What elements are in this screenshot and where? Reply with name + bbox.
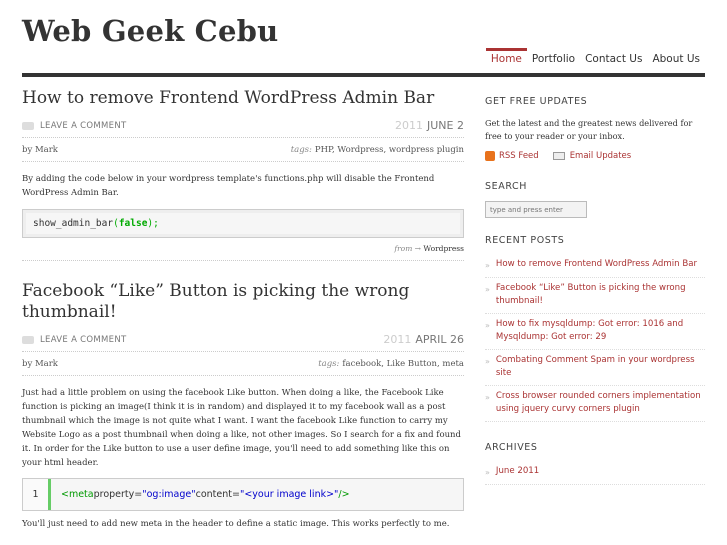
- code-attr1: property=: [93, 489, 143, 500]
- nav-home[interactable]: Home: [485, 48, 527, 66]
- from-label: from →: [394, 244, 421, 253]
- code-line: <meta property= "og:image" content= "<your…: [51, 479, 350, 510]
- post-day: APRIL 26: [415, 333, 464, 346]
- code-tag-close: />: [338, 489, 350, 500]
- list-item[interactable]: » How to fix mysqldump: Got error: 1016 a…: [485, 314, 705, 350]
- list-item[interactable]: » How to remove Frontend WordPress Admin …: [485, 254, 705, 278]
- recent-posts-list: » How to remove Frontend WordPress Admin …: [485, 254, 705, 422]
- tags-links[interactable]: PHP, Wordpress, wordpress plugin: [315, 145, 464, 155]
- code-tag-open: <meta: [61, 489, 94, 500]
- archive-link[interactable]: June 2011: [496, 465, 539, 479]
- code-snippet: 1 <meta property= "og:image" content= "<yo…: [22, 478, 464, 511]
- recent-post-link[interactable]: Combating Comment Spam in your wordpress…: [496, 354, 705, 380]
- code-arg: false: [118, 218, 148, 229]
- updates-text: Get the latest and the greatest news del…: [485, 118, 693, 141]
- nav-portfolio[interactable]: Portfolio: [527, 52, 580, 66]
- leave-comment-label: LEAVE A COMMENT: [40, 120, 127, 131]
- post-byline: by Mark tags: PHP, Wordpress, wordpress p…: [22, 138, 464, 162]
- header-divider: [22, 73, 705, 77]
- code-line-number: 1: [23, 479, 51, 510]
- post-date: 2011 JUNE 2: [395, 119, 464, 132]
- nav-contact-us[interactable]: Contact Us: [580, 52, 647, 66]
- widget-title: GET FREE UPDATES: [485, 96, 588, 107]
- leave-comment-link[interactable]: LEAVE A COMMENT: [22, 335, 127, 345]
- bullet-icon: »: [485, 321, 490, 330]
- post-category: from → Wordpress: [22, 244, 464, 261]
- post-excerpt-2: You'll just need to add new meta in the …: [22, 519, 450, 529]
- widget-title: RECENT POSTS: [485, 235, 565, 246]
- post-meta: LEAVE A COMMENT 2011 JUNE 2: [22, 115, 464, 138]
- recent-post-link[interactable]: Cross browser rounded corners implementa…: [496, 390, 705, 416]
- bullet-icon: »: [485, 468, 490, 477]
- post-excerpt: By adding the code below in your wordpre…: [22, 174, 435, 198]
- code-fn: show_admin_bar: [33, 218, 114, 229]
- recent-post-link[interactable]: How to fix mysqldump: Got error: 1016 an…: [496, 318, 705, 344]
- search-input[interactable]: [485, 201, 587, 218]
- code-val2: "<your image link>": [239, 489, 339, 500]
- post-year: 2011: [395, 119, 424, 132]
- sidebar: GET FREE UPDATES Get the latest and the …: [485, 96, 705, 485]
- archives-list: » June 2011: [485, 461, 705, 485]
- list-item[interactable]: » Facebook “Like” Button is picking the w…: [485, 278, 705, 314]
- tags-label: tags:: [318, 359, 340, 369]
- post-tags: tags: facebook, Like Button, meta: [318, 359, 464, 369]
- post-author: by Mark: [22, 145, 58, 155]
- widget-title: ARCHIVES: [485, 442, 538, 453]
- post-title[interactable]: Facebook “Like” Button is picking the wr…: [22, 281, 464, 323]
- post: How to remove Frontend WordPress Admin B…: [22, 88, 464, 261]
- post-byline: by Mark tags: facebook, Like Button, meta: [22, 352, 464, 376]
- nav-about-us[interactable]: About Us: [647, 52, 705, 66]
- code-snippet: show_admin_bar(false);: [22, 209, 464, 238]
- main-content: How to remove Frontend WordPress Admin B…: [22, 88, 464, 531]
- post-meta: LEAVE A COMMENT 2011 APRIL 26: [22, 329, 464, 352]
- bullet-icon: »: [485, 261, 490, 270]
- rss-feed-link[interactable]: RSS Feed: [499, 151, 539, 161]
- code-attr2: content=: [195, 489, 240, 500]
- widget-recent-posts: RECENT POSTS » How to remove Frontend Wor…: [485, 235, 705, 422]
- rss-icon: [485, 151, 495, 161]
- comment-icon: [22, 121, 34, 130]
- tags-links[interactable]: facebook, Like Button, meta: [342, 359, 464, 369]
- post-date: 2011 APRIL 26: [383, 333, 464, 346]
- post-excerpt: Just had a little problem on using the f…: [22, 388, 461, 468]
- widget-title: SEARCH: [485, 181, 528, 192]
- recent-post-link[interactable]: How to remove Frontend WordPress Admin B…: [496, 258, 697, 272]
- post-title[interactable]: How to remove Frontend WordPress Admin B…: [22, 88, 464, 109]
- widget-archives: ARCHIVES » June 2011: [485, 442, 705, 485]
- leave-comment-label: LEAVE A COMMENT: [40, 334, 127, 345]
- leave-comment-link[interactable]: LEAVE A COMMENT: [22, 121, 127, 131]
- list-item[interactable]: » June 2011: [485, 461, 705, 485]
- post-tags: tags: PHP, Wordpress, wordpress plugin: [291, 145, 464, 155]
- code-close: );: [147, 218, 159, 229]
- mail-icon: [552, 152, 565, 160]
- list-item[interactable]: » Combating Comment Spam in your wordpres…: [485, 350, 705, 386]
- category-link[interactable]: Wordpress: [423, 244, 464, 253]
- email-updates-link[interactable]: Email Updates: [570, 151, 632, 161]
- bullet-icon: »: [485, 393, 490, 402]
- bullet-icon: »: [485, 357, 490, 366]
- site-title[interactable]: Web Geek Cebu: [22, 14, 278, 48]
- main-nav: Home Portfolio Contact Us About Us: [485, 48, 705, 66]
- feed-links: RSS Feed Email Updates: [485, 151, 705, 161]
- post-author: by Mark: [22, 359, 58, 369]
- recent-post-link[interactable]: Facebook “Like” Button is picking the wr…: [496, 282, 705, 308]
- list-item[interactable]: » Cross browser rounded corners implement…: [485, 386, 705, 422]
- comment-icon: [22, 335, 34, 344]
- post: Facebook “Like” Button is picking the wr…: [22, 281, 464, 531]
- widget-updates: GET FREE UPDATES Get the latest and the …: [485, 96, 705, 161]
- widget-search: SEARCH: [485, 181, 705, 218]
- post-day: JUNE 2: [427, 119, 464, 132]
- bullet-icon: »: [485, 285, 490, 294]
- post-year: 2011: [383, 333, 412, 346]
- code-val1: "og:image": [142, 489, 196, 500]
- tags-label: tags:: [290, 145, 312, 155]
